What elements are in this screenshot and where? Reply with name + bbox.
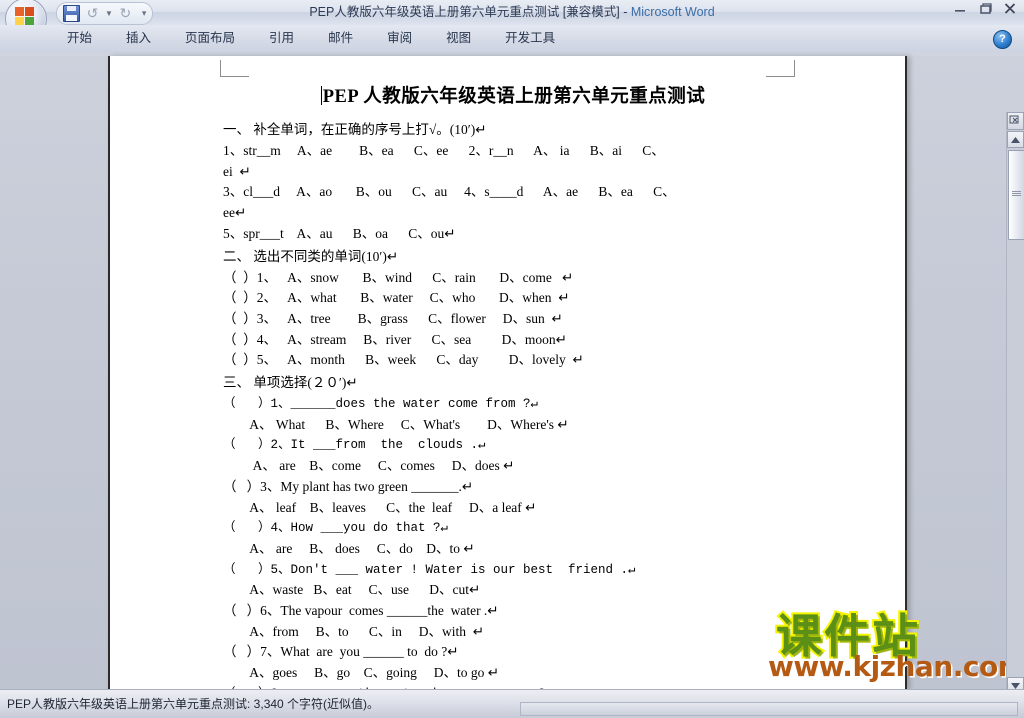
- horizontal-scrollbar[interactable]: [520, 702, 1018, 716]
- minimize-icon[interactable]: [952, 1, 968, 16]
- doc-line: （ ）2、 A、what B、water C、who D、when ↵: [223, 290, 570, 306]
- document-heading: PEP 人教版六年级英语上册第六单元重点测试: [213, 82, 813, 108]
- window-controls: [952, 1, 1018, 16]
- doc-line: （ ）4、How ___you do that ?↵: [223, 521, 449, 536]
- doc-line: （ ）6、The vapour comes ______the water .↵: [223, 603, 499, 619]
- doc-line: A、from B、to C、in D、with ↵: [223, 623, 485, 639]
- select-browse-object-icon[interactable]: [1007, 112, 1024, 130]
- doc-line: A、 leaf B、leaves C、the leaf D、a leaf ↵: [223, 499, 537, 515]
- doc-line: （ ）1、 A、snow B、wind C、rain D、come ↵: [223, 269, 574, 285]
- margin-marker-top-left: [220, 60, 249, 77]
- doc-line: ee↵: [223, 205, 247, 221]
- title-bar: ↺ ▼ ↻ ▾ PEP人教版六年级英语上册第六单元重点测试 [兼容模式] - M…: [0, 0, 1024, 40]
- doc-line: （ ）5、Don't ___ water ! Water is our best…: [223, 562, 636, 577]
- document-body[interactable]: PEP 人教版六年级英语上册第六单元重点测试 一、 补全单词，在正确的序号上打√…: [223, 82, 823, 690]
- document-heading-text: PEP 人教版六年级英语上册第六单元重点测试: [322, 87, 706, 107]
- tab-insert[interactable]: 插入: [109, 25, 168, 52]
- scrollbar-grip-icon: [1012, 191, 1021, 196]
- doc-line: （ ）1、______does the water come from ?↵: [223, 397, 539, 412]
- tab-view[interactable]: 视图: [429, 25, 488, 52]
- doc-line: （ ）3、My plant has two green _______.↵: [223, 478, 474, 494]
- close-icon[interactable]: [1002, 1, 1018, 16]
- window-title-document: PEP人教版六年级英语上册第六单元重点测试 [兼容模式]: [309, 5, 620, 19]
- scroll-up-icon[interactable]: [1007, 131, 1024, 148]
- help-icon[interactable]: ?: [993, 30, 1012, 49]
- word-window: ↺ ▼ ↻ ▾ PEP人教版六年级英语上册第六单元重点测试 [兼容模式] - M…: [0, 0, 1024, 718]
- doc-line: A、goes B、go C、going D、to go ↵: [223, 665, 500, 681]
- tab-review[interactable]: 审阅: [370, 25, 429, 52]
- window-title-app: Microsoft Word: [630, 5, 715, 19]
- status-message: PEP人教版六年级英语上册第六单元重点测试: 3,340 个字符(近似值)。: [7, 697, 380, 711]
- status-bar: PEP人教版六年级英语上册第六单元重点测试: 3,340 个字符(近似值)。: [0, 689, 1024, 718]
- restore-icon[interactable]: [977, 1, 993, 16]
- doc-line: A、 are B、come C、comes D、does ↵: [223, 458, 515, 474]
- vertical-scrollbar[interactable]: [1006, 112, 1024, 718]
- document-workspace: PEP 人教版六年级英语上册第六单元重点测试 一、 补全单词，在正确的序号上打√…: [0, 56, 1024, 718]
- doc-line: （ ）4、 A、stream B、river C、sea D、moon↵: [223, 331, 567, 347]
- document-page[interactable]: PEP 人教版六年级英语上册第六单元重点测试 一、 补全单词，在正确的序号上打√…: [108, 56, 907, 690]
- doc-line: （ ）5、 A、month B、week C、day D、lovely ↵: [223, 352, 584, 368]
- doc-line: ei ↵: [223, 163, 251, 179]
- tab-page-layout[interactable]: 页面布局: [168, 25, 252, 52]
- doc-line: （ ）2、It ___from the clouds .↵: [223, 438, 486, 453]
- window-title: PEP人教版六年级英语上册第六单元重点测试 [兼容模式] - Microsoft…: [0, 0, 1024, 25]
- doc-line: 1、str__m A、ae B、ea C、ee 2、r__n A、 ia B、a…: [223, 143, 665, 158]
- text-cursor: [320, 86, 322, 105]
- doc-line: A、waste B、eat C、use D、cut↵: [223, 582, 481, 598]
- doc-line: 5、spr___t A、au B、oa C、ou↵: [223, 225, 456, 241]
- section-heading-3: 三、 单项选择(２０′)↵: [223, 375, 358, 391]
- doc-line: （ ）3、 A、tree B、grass C、flower D、sun ↵: [223, 310, 563, 326]
- tab-mailings[interactable]: 邮件: [311, 25, 370, 52]
- tab-developer[interactable]: 开发工具: [488, 25, 572, 52]
- section-heading-2: 二、 选出不同类的单词(10′)↵: [223, 248, 399, 264]
- window-title-separator: -: [619, 5, 631, 19]
- margin-marker-top-right: [766, 60, 795, 77]
- doc-line: A、 are B、 does C、do D、to ↵: [223, 540, 475, 556]
- doc-line: （ ）7、What are you ______ to do ?↵: [223, 644, 459, 660]
- section-heading-1: 一、 补全单词，在正确的序号上打√。(10′)↵: [223, 122, 487, 137]
- doc-line: A、 What B、Where C、What's D、Where's ↵: [223, 416, 569, 432]
- ribbon-tab-bar: 开始 插入 页面布局 引用 邮件 审阅 视图 开发工具 ?: [0, 25, 1024, 53]
- scrollbar-thumb[interactable]: [1008, 150, 1024, 240]
- tab-home[interactable]: 开始: [50, 25, 109, 52]
- doc-line: 3、cl___d A、ao B、ou C、au 4、s____d A、ae B、…: [223, 184, 676, 200]
- tab-references[interactable]: 引用: [252, 25, 311, 52]
- ribbon-tabs: 开始 插入 页面布局 引用 邮件 审阅 视图 开发工具: [50, 25, 572, 52]
